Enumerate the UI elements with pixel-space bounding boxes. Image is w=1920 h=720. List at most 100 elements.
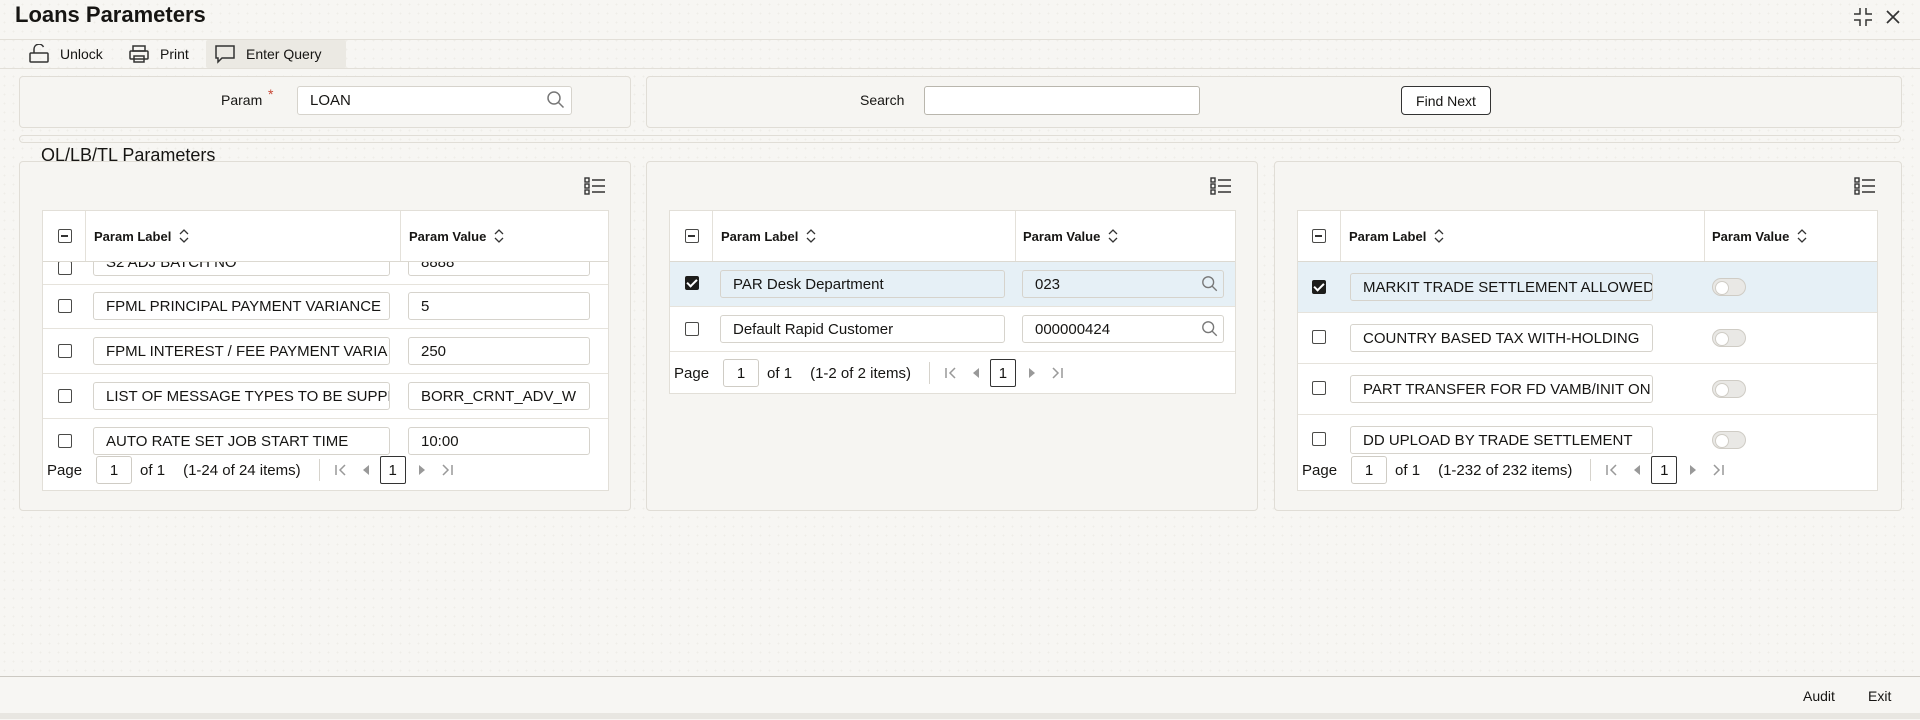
param-label-field[interactable]: MARKIT TRADE SETTLEMENT ALLOWED bbox=[1350, 273, 1653, 301]
param-value-toggle[interactable] bbox=[1712, 380, 1746, 398]
page-input[interactable]: 1 bbox=[1351, 456, 1388, 484]
param-label-field[interactable]: Default Rapid Customer bbox=[720, 315, 1005, 343]
param-value-field[interactable]: 000000424 bbox=[1022, 315, 1224, 343]
current-page[interactable]: 1 bbox=[989, 359, 1016, 387]
table-row[interactable]: LIST OF MESSAGE TYPES TO BE SUPPR BORR_C… bbox=[43, 374, 608, 419]
table-row[interactable]: PART TRANSFER FOR FD VAMB/INIT ON bbox=[1298, 364, 1877, 415]
next-page-icon[interactable] bbox=[1028, 368, 1036, 378]
search-icon[interactable] bbox=[546, 90, 566, 110]
pagination: Page 1 of 1 (1-24 of 24 items) 1 bbox=[43, 450, 608, 490]
param-value-field[interactable]: 023 bbox=[1022, 270, 1224, 298]
page-label: Page bbox=[674, 364, 710, 382]
sort-icon[interactable] bbox=[806, 229, 816, 243]
sort-icon[interactable] bbox=[179, 229, 189, 243]
find-next-button[interactable]: Find Next bbox=[1401, 86, 1491, 115]
grid-header: Param Label Param Value bbox=[670, 211, 1235, 262]
collapse-icon[interactable] bbox=[1852, 6, 1874, 28]
param-value-toggle[interactable] bbox=[1712, 329, 1746, 347]
row-checkbox[interactable] bbox=[58, 344, 72, 358]
col-header-param-value[interactable]: Param Value bbox=[409, 211, 504, 261]
search-input[interactable] bbox=[924, 86, 1200, 115]
table-row[interactable]: PAR Desk Department 023 bbox=[670, 262, 1235, 307]
first-page-icon[interactable] bbox=[1605, 463, 1619, 477]
col-header-param-label[interactable]: Param Label bbox=[1349, 211, 1444, 261]
param-value-field[interactable]: 250 bbox=[408, 337, 590, 365]
table-row[interactable]: FPML INTEREST / FEE PAYMENT VARIA 250 bbox=[43, 329, 608, 374]
search-icon[interactable] bbox=[1201, 320, 1219, 338]
param-value-field[interactable]: 8888 bbox=[408, 262, 590, 276]
divider bbox=[19, 135, 1901, 143]
param-value-toggle[interactable] bbox=[1712, 431, 1746, 449]
row-checkbox[interactable] bbox=[58, 299, 72, 313]
param-label-field[interactable]: PART TRANSFER FOR FD VAMB/INIT ON bbox=[1350, 375, 1653, 403]
last-page-icon[interactable] bbox=[1711, 463, 1725, 477]
param-value-field[interactable]: BORR_CRNT_ADV_W bbox=[408, 382, 590, 410]
row-checkbox[interactable] bbox=[1312, 432, 1326, 446]
table-row[interactable]: COUNTRY BASED TAX WITH-HOLDING bbox=[1298, 313, 1877, 364]
row-checkbox[interactable] bbox=[1312, 280, 1326, 294]
row-checkbox[interactable] bbox=[1312, 330, 1326, 344]
pagination: Page 1 of 1 (1-2 of 2 items) 1 bbox=[670, 353, 1235, 393]
row-checkbox[interactable] bbox=[58, 434, 72, 448]
prev-page-icon[interactable] bbox=[362, 465, 370, 475]
select-all-checkbox[interactable] bbox=[1312, 229, 1326, 243]
param-label-field[interactable]: S2 ADJ BATCH NO bbox=[93, 262, 390, 276]
row-checkbox[interactable] bbox=[1312, 381, 1326, 395]
print-button[interactable]: Print bbox=[120, 40, 197, 68]
next-page-icon[interactable] bbox=[418, 465, 426, 475]
param-label-field[interactable]: PAR Desk Department bbox=[720, 270, 1005, 298]
row-checkbox[interactable] bbox=[58, 262, 72, 275]
exit-button[interactable]: Exit bbox=[1858, 681, 1901, 711]
sort-icon[interactable] bbox=[494, 229, 504, 243]
page-input[interactable]: 1 bbox=[96, 456, 133, 484]
grid-header: Param Label Param Value bbox=[43, 211, 608, 262]
sort-icon[interactable] bbox=[1108, 229, 1118, 243]
param-grid-1: Param Label Param Value S2 ADJ BATCH NO … bbox=[42, 210, 609, 491]
row-checkbox[interactable] bbox=[58, 389, 72, 403]
table-row[interactable]: FPML PRINCIPAL PAYMENT VARIANCE 5 bbox=[43, 284, 608, 329]
sort-icon[interactable] bbox=[1434, 229, 1444, 243]
close-icon[interactable] bbox=[1882, 6, 1904, 28]
column-settings-icon[interactable] bbox=[1210, 176, 1232, 196]
table-row[interactable]: S2 ADJ BATCH NO 8888 bbox=[43, 262, 608, 285]
row-checkbox[interactable] bbox=[685, 276, 699, 290]
current-page[interactable]: 1 bbox=[1651, 456, 1678, 484]
col-header-param-value[interactable]: Param Value bbox=[1712, 211, 1807, 261]
audit-button[interactable]: Audit bbox=[1793, 681, 1845, 711]
col-header-param-label[interactable]: Param Label bbox=[94, 211, 189, 261]
row-checkbox[interactable] bbox=[685, 322, 699, 336]
page-input[interactable]: 1 bbox=[723, 359, 760, 387]
search-icon[interactable] bbox=[1201, 275, 1219, 293]
param-label-field[interactable]: FPML PRINCIPAL PAYMENT VARIANCE bbox=[93, 292, 390, 320]
column-settings-icon[interactable] bbox=[1854, 176, 1876, 196]
enter-query-button[interactable]: Enter Query bbox=[206, 40, 346, 68]
param-label-field[interactable]: LIST OF MESSAGE TYPES TO BE SUPPR bbox=[93, 382, 390, 410]
page-label: Page bbox=[1302, 461, 1338, 479]
col-header-param-value[interactable]: Param Value bbox=[1023, 211, 1118, 261]
select-all-checkbox[interactable] bbox=[58, 229, 72, 243]
first-page-icon[interactable] bbox=[944, 366, 958, 380]
table-row[interactable]: MARKIT TRADE SETTLEMENT ALLOWED bbox=[1298, 262, 1877, 313]
divider bbox=[0, 68, 1920, 69]
param-value-field[interactable]: 5 bbox=[408, 292, 590, 320]
chat-icon bbox=[214, 44, 236, 64]
param-label-field[interactable]: COUNTRY BASED TAX WITH-HOLDING bbox=[1350, 324, 1653, 352]
table-row[interactable]: Default Rapid Customer 000000424 bbox=[670, 307, 1235, 352]
unlock-button[interactable]: Unlock bbox=[20, 40, 111, 68]
sort-icon[interactable] bbox=[1797, 229, 1807, 243]
last-page-icon[interactable] bbox=[1050, 366, 1064, 380]
param-input[interactable]: LOAN bbox=[297, 86, 572, 115]
prev-page-icon[interactable] bbox=[972, 368, 980, 378]
unlock-icon bbox=[28, 44, 50, 64]
column-settings-icon[interactable] bbox=[584, 176, 606, 196]
last-page-icon[interactable] bbox=[440, 463, 454, 477]
param-value-toggle[interactable] bbox=[1712, 278, 1746, 296]
param-label-field[interactable]: FPML INTEREST / FEE PAYMENT VARIA bbox=[93, 337, 390, 365]
prev-page-icon[interactable] bbox=[1633, 465, 1641, 475]
current-page[interactable]: 1 bbox=[379, 456, 406, 484]
col-header-param-label[interactable]: Param Label bbox=[721, 211, 816, 261]
first-page-icon[interactable] bbox=[334, 463, 348, 477]
select-all-checkbox[interactable] bbox=[685, 229, 699, 243]
next-page-icon[interactable] bbox=[1689, 465, 1697, 475]
search-panel bbox=[646, 76, 1902, 128]
